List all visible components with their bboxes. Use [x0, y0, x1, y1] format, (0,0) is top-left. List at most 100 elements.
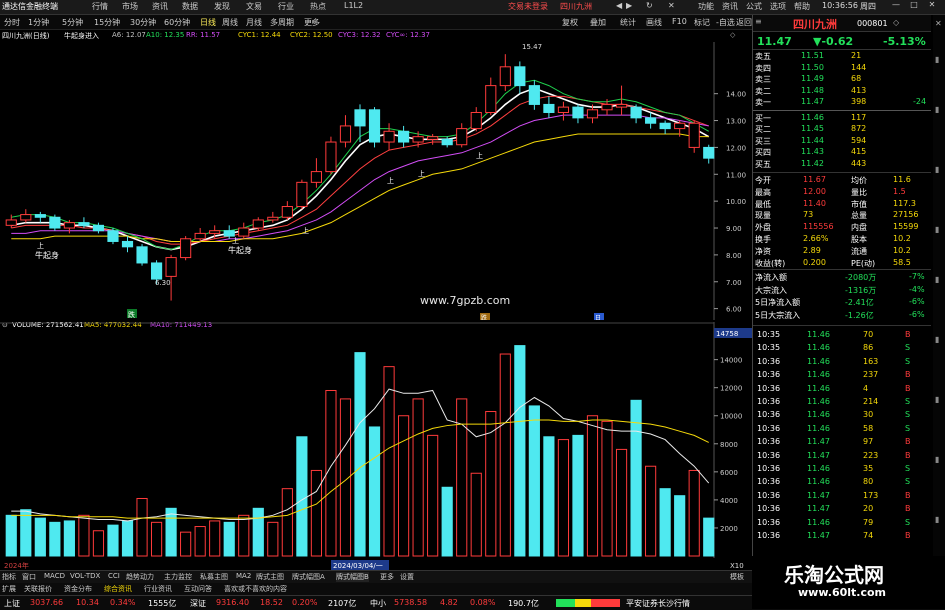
side-tab-icon-9[interactable]: ▮: [935, 515, 939, 524]
indicator-name[interactable]: 牛起身进入: [64, 31, 99, 41]
tab-trend-power[interactable]: 趋势动力: [126, 572, 154, 582]
menu-item-discover[interactable]: 发现: [214, 1, 230, 12]
tab-cci[interactable]: CCI: [108, 572, 120, 580]
candle[interactable]: [383, 130, 395, 143]
volume-bar[interactable]: [78, 514, 90, 557]
toolbar-stats[interactable]: 统计: [620, 17, 636, 28]
volume-bar[interactable]: [310, 469, 322, 557]
volume-bar[interactable]: [49, 521, 61, 557]
candle[interactable]: [543, 103, 555, 113]
period-tab-daily[interactable]: 日线: [200, 17, 216, 28]
candle[interactable]: [107, 230, 119, 242]
candle[interactable]: [528, 85, 540, 105]
volume-bar[interactable]: [601, 420, 613, 557]
volume-bar[interactable]: [645, 465, 657, 557]
candle[interactable]: [398, 130, 410, 143]
toolbar-overlay[interactable]: 叠加: [590, 17, 606, 28]
volume-bar[interactable]: [514, 345, 526, 557]
volume-bar[interactable]: [34, 517, 46, 557]
prev-icon[interactable]: ◀: [616, 1, 622, 10]
toolbar-mark[interactable]: 标记: [694, 17, 710, 28]
candle[interactable]: [514, 66, 526, 87]
period-tab-intraday[interactable]: 分时: [4, 17, 20, 28]
volume-bar[interactable]: [5, 514, 17, 557]
stop-icon[interactable]: ✕: [668, 1, 675, 10]
candle[interactable]: [339, 125, 352, 143]
period-tab-1min[interactable]: 1分钟: [28, 17, 49, 28]
volume-bar[interactable]: [92, 530, 105, 557]
volume-bar[interactable]: [368, 426, 381, 557]
menu-item-industry[interactable]: 行业: [278, 1, 294, 12]
menu-item-data[interactable]: 数据: [182, 1, 198, 12]
candle[interactable]: [165, 257, 177, 277]
volume-bar[interactable]: [586, 415, 599, 557]
candle[interactable]: [674, 122, 686, 130]
candle[interactable]: [78, 222, 90, 226]
ext-tab-news[interactable]: 综合资讯: [104, 584, 132, 594]
candle[interactable]: [485, 85, 497, 113]
side-tab-icon-6[interactable]: ▮: [935, 335, 939, 344]
menu-item-formula[interactable]: 公式: [746, 1, 762, 12]
volume-bar[interactable]: [63, 520, 75, 557]
tab-more[interactable]: 更多: [380, 572, 394, 582]
minimize-icon[interactable]: —: [890, 0, 902, 12]
ext-tab-extend[interactable]: 扩展: [2, 584, 16, 594]
volume-bar[interactable]: [630, 399, 642, 557]
tab-private-main[interactable]: 私募主图: [200, 572, 228, 582]
toolbar-back[interactable]: 返回: [736, 17, 752, 28]
volume-bar[interactable]: [252, 507, 264, 557]
volume-bar[interactable]: [441, 486, 453, 557]
volume-bar[interactable]: [615, 448, 628, 557]
toolbar-f10[interactable]: F10: [672, 17, 687, 26]
more-arrow-icon[interactable]: ▸: [312, 17, 316, 26]
volume-bar[interactable]: [470, 472, 482, 557]
maximize-icon[interactable]: □: [908, 0, 920, 12]
candle[interactable]: [310, 171, 322, 183]
volume-bar[interactable]: [281, 488, 293, 557]
volume-bar[interactable]: [674, 495, 686, 557]
candle[interactable]: [121, 240, 134, 248]
candle[interactable]: [223, 230, 235, 237]
menu-item-news[interactable]: 资讯: [152, 1, 168, 12]
close-icon[interactable]: ✕: [926, 0, 938, 12]
side-tab-icon-4[interactable]: ▮: [935, 225, 939, 234]
menu-item-help[interactable]: 帮助: [794, 1, 810, 12]
candle[interactable]: [441, 138, 453, 146]
tick-list[interactable]: 10:35 11.46 70 B 10:35 11.46 86 S 10:36 11.46 163 S…: [753, 325, 931, 571]
candle[interactable]: [499, 66, 511, 87]
candle[interactable]: [354, 109, 366, 127]
menu-item-quotes[interactable]: 行情: [92, 1, 108, 12]
candle[interactable]: [688, 122, 700, 148]
candle[interactable]: [281, 206, 293, 218]
candle[interactable]: [572, 106, 584, 119]
volume-bar[interactable]: [572, 434, 584, 557]
volume-bar[interactable]: [659, 488, 671, 557]
tab-indicator[interactable]: 指标: [2, 572, 16, 582]
period-tab-15min[interactable]: 15分钟: [94, 17, 120, 28]
volume-bar[interactable]: [296, 436, 308, 557]
volume-bar[interactable]: [383, 366, 395, 557]
toolbar-watchlist[interactable]: -自选: [716, 17, 735, 28]
candle[interactable]: [5, 219, 17, 226]
period-tab-monthly[interactable]: 月线: [246, 17, 262, 28]
side-tab-icon-8[interactable]: ▮: [935, 455, 939, 464]
candle[interactable]: [63, 222, 75, 229]
ext-tab-related[interactable]: 关联报价: [24, 584, 52, 594]
menu-item-hot[interactable]: 热点: [310, 1, 326, 12]
volume-bar[interactable]: [398, 415, 410, 557]
ext-tab-feedback[interactable]: 喜欢或不喜欢的内容: [224, 584, 287, 594]
candle[interactable]: [586, 109, 599, 119]
ext-tab-fund-dist[interactable]: 资金分布: [64, 584, 92, 594]
tab-macd[interactable]: MACD: [44, 572, 65, 580]
menu-item-function[interactable]: 功能: [698, 1, 714, 12]
candle[interactable]: [136, 246, 148, 264]
menu-item-l1l2[interactable]: L1L2: [344, 1, 363, 10]
candle[interactable]: [412, 136, 424, 143]
volume-bar[interactable]: [354, 352, 366, 557]
candle[interactable]: [601, 103, 613, 111]
candle[interactable]: [645, 117, 657, 124]
quote-menu-icon[interactable]: ≡: [755, 17, 762, 26]
volume-bar[interactable]: [543, 436, 555, 557]
volume-bar[interactable]: [412, 398, 424, 557]
candlestick-chart[interactable]: 14.00 13.00 12.00 11.00 10.00 9.00 8.00 7.00 6.0…: [0, 42, 752, 320]
